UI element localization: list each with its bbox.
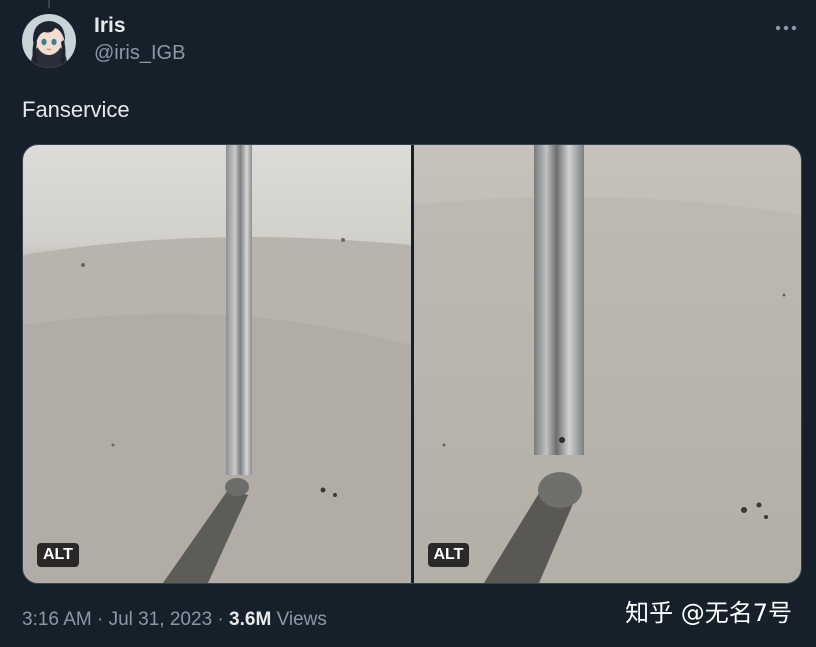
views-count[interactable]: 3.6M <box>229 609 271 630</box>
tweet-time[interactable]: 3:16 AM <box>22 609 92 630</box>
photo-needle-in-sand <box>23 145 411 583</box>
alt-text-badge[interactable]: ALT <box>37 543 79 567</box>
media-photo-2[interactable]: ALT <box>413 145 801 583</box>
zhihu-watermark: 知乎 @无名7号 <box>625 599 792 627</box>
meta-separator: · <box>97 609 104 630</box>
anime-avatar-icon <box>22 14 76 68</box>
user-handle[interactable]: @iris_IGB <box>94 38 185 68</box>
avatar[interactable] <box>22 14 76 68</box>
display-name[interactable]: Iris <box>94 14 185 38</box>
views-label: Views <box>276 609 327 630</box>
author-info: Iris @iris_IGB <box>94 14 185 68</box>
thread-connector-line <box>48 0 50 8</box>
photo-needle-closeup <box>413 145 801 583</box>
alt-text-badge[interactable]: ALT <box>427 543 470 567</box>
more-horizontal-icon <box>775 25 797 31</box>
tweet-meta: 3:16 AM · Jul 31, 2023 · 3.6M Views <box>22 607 327 633</box>
tweet-date[interactable]: Jul 31, 2023 <box>109 609 213 630</box>
media-photo-1[interactable]: ALT <box>23 145 411 583</box>
more-options-button[interactable] <box>772 14 800 42</box>
meta-separator: · <box>217 609 224 630</box>
tweet-text: Fanservice <box>22 97 130 122</box>
media-grid: ALT ALT <box>22 144 802 584</box>
